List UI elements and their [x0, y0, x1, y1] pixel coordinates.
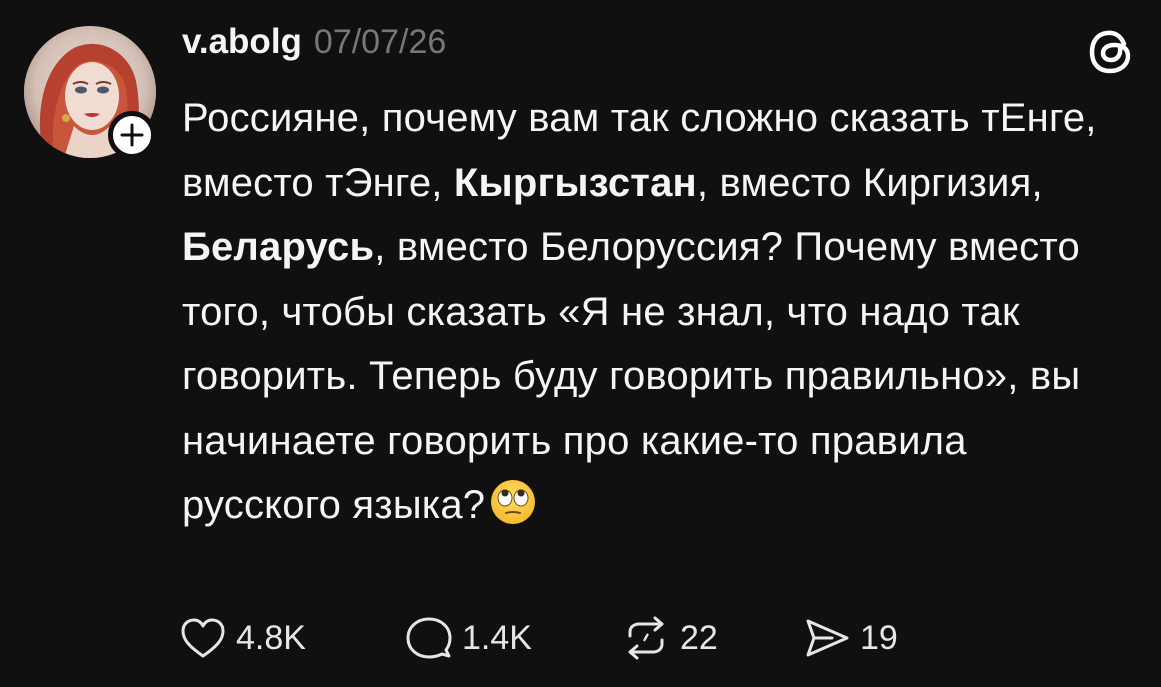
thread-post: v.abolg 07/07/26 Россияне, почему вам та… [0, 0, 1161, 687]
repost-count: 22 [680, 618, 718, 657]
post-header: v.abolg 07/07/26 [182, 22, 446, 62]
post-text-bold: Беларусь [182, 225, 375, 269]
share-count: 19 [860, 618, 898, 657]
username[interactable]: v.abolg [182, 22, 302, 62]
plus-icon [120, 123, 144, 147]
post-text-part: , вместо Белоруссия? Почему вместо того,… [182, 225, 1081, 527]
post-text-part: , вместо Киргизия, [696, 160, 1043, 205]
send-icon [806, 619, 849, 657]
like-button[interactable]: 4.8K [180, 617, 406, 659]
repost-icon [628, 616, 664, 660]
comment-icon [406, 617, 452, 659]
rolling-eyes-emoji-icon [491, 480, 536, 524]
action-bar: 4.8K 1.4K 22 19 [180, 616, 898, 660]
share-button[interactable]: 19 [804, 617, 898, 659]
post-text: Россияне, почему вам так сложно сказать … [182, 86, 1132, 538]
like-count: 4.8K [236, 618, 306, 657]
reply-button[interactable]: 1.4K [406, 616, 622, 660]
reply-count: 1.4K [462, 618, 532, 657]
follow-button[interactable] [108, 111, 156, 159]
timestamp[interactable]: 07/07/26 [314, 23, 446, 62]
post-text-bold: Кыргызстан [453, 160, 697, 205]
repost-button[interactable]: 22 [622, 616, 804, 660]
heart-icon [181, 618, 225, 658]
threads-logo-icon[interactable] [1086, 26, 1138, 78]
